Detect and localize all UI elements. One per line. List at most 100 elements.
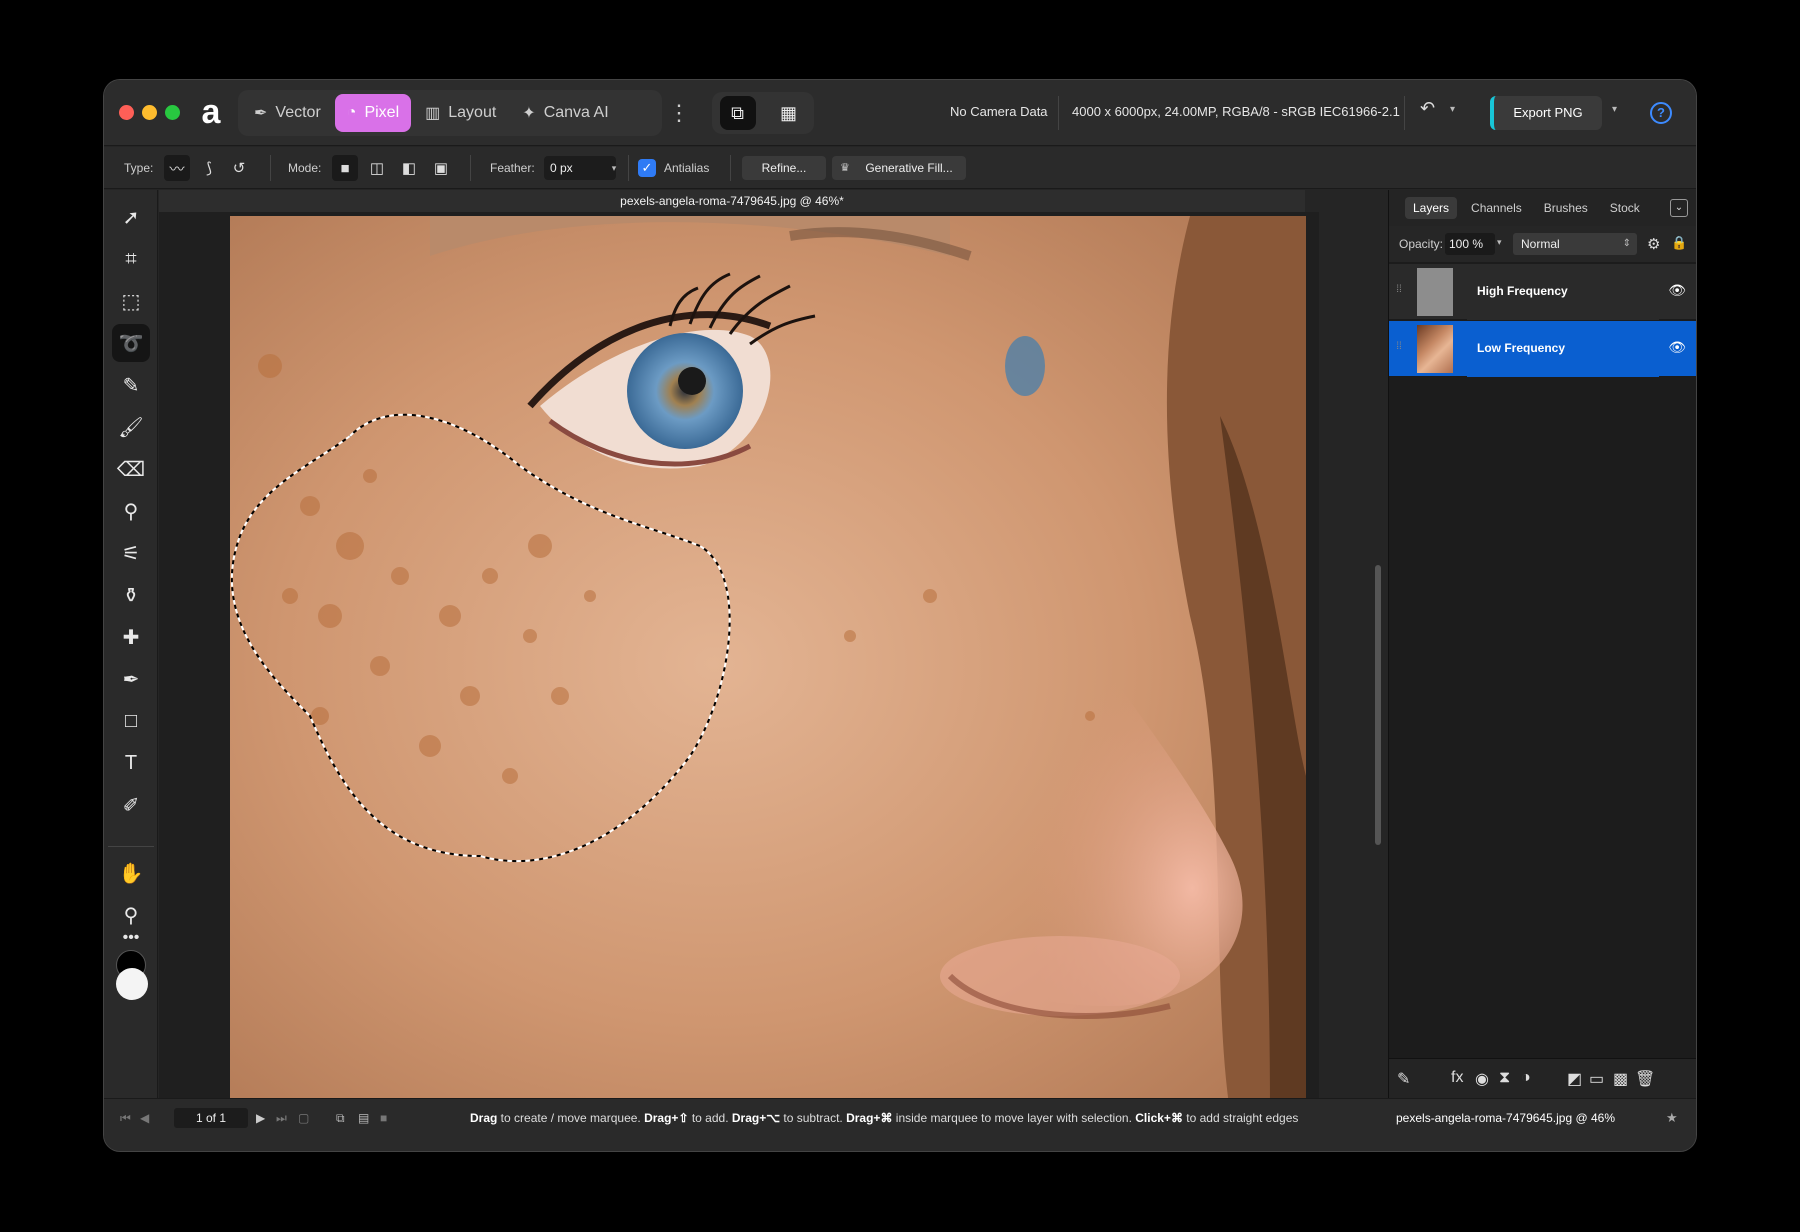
freehand-lasso-icon[interactable]: 〰: [164, 155, 190, 181]
zoom-window-button[interactable]: [165, 105, 180, 120]
adjustment-icon[interactable]: ◑: [1521, 1069, 1531, 1087]
grid-view-button[interactable]: ▦: [771, 96, 807, 130]
hand-tool-icon[interactable]: ✋: [112, 854, 150, 892]
view-mode-group: ⧉ ▦: [712, 92, 814, 134]
opacity-chevron-icon[interactable]: ▾: [1497, 237, 1502, 248]
pages-list-icon[interactable]: ▤: [358, 1111, 369, 1125]
trash-icon[interactable]: 🗑: [1635, 1069, 1655, 1089]
layer-row-low-frequency[interactable]: ⁞⁞ Low Frequency 👁: [1389, 321, 1696, 377]
eye-icon[interactable]: 👁: [1668, 282, 1686, 299]
document-info: 4000 x 6000px, 24.00MP, RGBA/8 - sRGB IE…: [1072, 104, 1400, 119]
crop-tool-icon[interactable]: ⌗: [112, 240, 150, 278]
mode-add-icon[interactable]: ◫: [364, 155, 390, 181]
persona-canva-ai-button[interactable]: ✦ Canva AI: [510, 94, 620, 132]
star-icon[interactable]: ★: [1666, 1110, 1678, 1126]
document-tab[interactable]: pexels-angela-roma-7479645.jpg @ 46%*: [159, 190, 1305, 212]
vertical-scrollbar[interactable]: [1375, 565, 1381, 845]
tab-brushes[interactable]: Brushes: [1536, 197, 1596, 219]
layer-row-high-frequency[interactable]: ⁞⁞ High Frequency 👁: [1389, 264, 1696, 320]
eye-icon[interactable]: 👁: [1668, 339, 1686, 356]
rectangle-tool-icon[interactable]: □: [112, 702, 150, 740]
polygonal-lasso-icon[interactable]: ⟆: [196, 155, 222, 181]
persona-canva-ai-label: Canva AI: [543, 104, 609, 121]
top-bar: a ✒ Vector ◔ Pixel ▥ Layout ✦ Canva AI ⋮…: [104, 80, 1696, 146]
healing-brush-icon[interactable]: ✚: [112, 618, 150, 656]
flood-fill-icon[interactable]: ✎: [112, 366, 150, 404]
help-icon[interactable]: ?: [1650, 102, 1672, 124]
affinity-logo-icon[interactable]: a: [194, 94, 228, 130]
close-window-button[interactable]: [119, 105, 134, 120]
paint-brush-icon[interactable]: 🖌: [112, 408, 150, 446]
generative-fill-button[interactable]: ♛ Generative Fill...: [832, 156, 966, 180]
more-menu-icon[interactable]: ⋮: [668, 98, 690, 128]
undo-icon[interactable]: ↶: [1420, 98, 1435, 119]
gear-icon[interactable]: ⚙: [1647, 235, 1660, 253]
record-icon[interactable]: ■: [380, 1111, 387, 1125]
magnetic-lasso-icon[interactable]: ↺: [226, 155, 252, 181]
photo-canvas[interactable]: [230, 216, 1306, 1112]
tab-layers[interactable]: Layers: [1405, 197, 1458, 219]
drag-handle-icon[interactable]: ⁞⁞: [1393, 341, 1405, 355]
undo-history-chevron-icon[interactable]: ▾: [1450, 104, 1455, 115]
persona-layout-label: Layout: [448, 104, 497, 121]
new-layer-icon[interactable]: ◩: [1567, 1069, 1582, 1089]
layer-name-area: High Frequency: [1467, 264, 1659, 320]
layout-icon: ▥: [425, 105, 441, 122]
refine-button[interactable]: Refine...: [742, 156, 826, 180]
mode-intersect-icon[interactable]: ▣: [428, 155, 454, 181]
export-png-button[interactable]: Export PNG: [1490, 96, 1602, 130]
divider: [1404, 96, 1405, 130]
page-indicator[interactable]: 1 of 1: [174, 1108, 248, 1128]
opacity-row: Opacity: 100 % ▾ Normal ⇕ ⚙ 🔒: [1389, 226, 1696, 262]
previous-page-icon[interactable]: ◀: [140, 1111, 149, 1125]
text-tool-icon[interactable]: T: [112, 744, 150, 782]
color-picker-icon[interactable]: ✐: [112, 786, 150, 824]
minimize-window-button[interactable]: [142, 105, 157, 120]
selection-brush-icon[interactable]: ⬚: [112, 282, 150, 320]
panel-menu-chevron-icon[interactable]: ⌄: [1670, 199, 1688, 217]
more-tools-icon[interactable]: •••: [112, 926, 150, 950]
erase-brush-icon[interactable]: ⌫: [112, 450, 150, 488]
group-folder-icon[interactable]: ▭: [1589, 1069, 1604, 1089]
persona-switcher: ✒ Vector ◔ Pixel ▥ Layout ✦ Canva AI: [238, 90, 662, 136]
smudge-brush-icon[interactable]: ⚟: [112, 534, 150, 572]
next-page-icon[interactable]: ▶: [256, 1111, 265, 1125]
export-options-chevron-icon[interactable]: ▾: [1612, 104, 1617, 115]
blend-mode-select[interactable]: Normal ⇕: [1513, 233, 1637, 255]
layer-name: Low Frequency: [1477, 341, 1566, 355]
persona-pixel-button[interactable]: ◔ Pixel: [334, 94, 412, 132]
first-page-icon[interactable]: ⏮: [120, 1111, 131, 1126]
hint-key: Drag+⇧: [644, 1111, 689, 1125]
mode-subtract-icon[interactable]: ◧: [396, 155, 422, 181]
dodge-brush-icon[interactable]: ⚲: [112, 492, 150, 530]
clone-stamp-icon[interactable]: ⚱: [112, 576, 150, 614]
persona-layout-button[interactable]: ▥ Layout: [413, 94, 508, 132]
page-icon[interactable]: ▢: [298, 1111, 309, 1125]
pixel-layer-icon[interactable]: ▩: [1613, 1069, 1628, 1089]
last-page-icon[interactable]: ⏭: [276, 1111, 287, 1126]
live-filter-icon[interactable]: ⧗: [1499, 1069, 1510, 1087]
mask-icon[interactable]: ◉: [1475, 1069, 1489, 1089]
fx-icon[interactable]: fx: [1451, 1069, 1463, 1087]
drag-handle-icon[interactable]: ⁞⁞: [1393, 284, 1405, 298]
opacity-input[interactable]: 100 %: [1445, 233, 1495, 255]
updown-chevron-icon: ⇕: [1622, 238, 1631, 249]
layers-footer: ✎ fx ◉ ⧗ ◑ ◩ ▭ ▩ 🗑: [1389, 1058, 1696, 1098]
antialias-checkbox[interactable]: ✓: [638, 159, 656, 177]
pen-tool-icon[interactable]: ✒: [112, 660, 150, 698]
hint-text: to subtract.: [780, 1111, 847, 1125]
tab-stock[interactable]: Stock: [1602, 197, 1648, 219]
lock-icon[interactable]: 🔒: [1671, 235, 1687, 251]
hint-text: inside marquee to move layer with select…: [892, 1111, 1136, 1125]
mode-new-icon[interactable]: ■: [332, 155, 358, 181]
persona-vector-button[interactable]: ✒ Vector: [242, 94, 333, 132]
tab-channels[interactable]: Channels: [1463, 197, 1530, 219]
freehand-selection-tool-icon[interactable]: ➰: [112, 324, 150, 362]
single-view-button[interactable]: ⧉: [719, 96, 756, 130]
primary-color-swatch[interactable]: [116, 968, 148, 1000]
generative-fill-label: Generative Fill...: [865, 161, 953, 175]
move-tool-icon[interactable]: ➚: [112, 198, 150, 236]
spread-icon[interactable]: ⧉: [336, 1111, 345, 1126]
feather-chevron-icon[interactable]: ▾: [606, 156, 622, 180]
edit-layer-icon[interactable]: ✎: [1397, 1069, 1410, 1089]
